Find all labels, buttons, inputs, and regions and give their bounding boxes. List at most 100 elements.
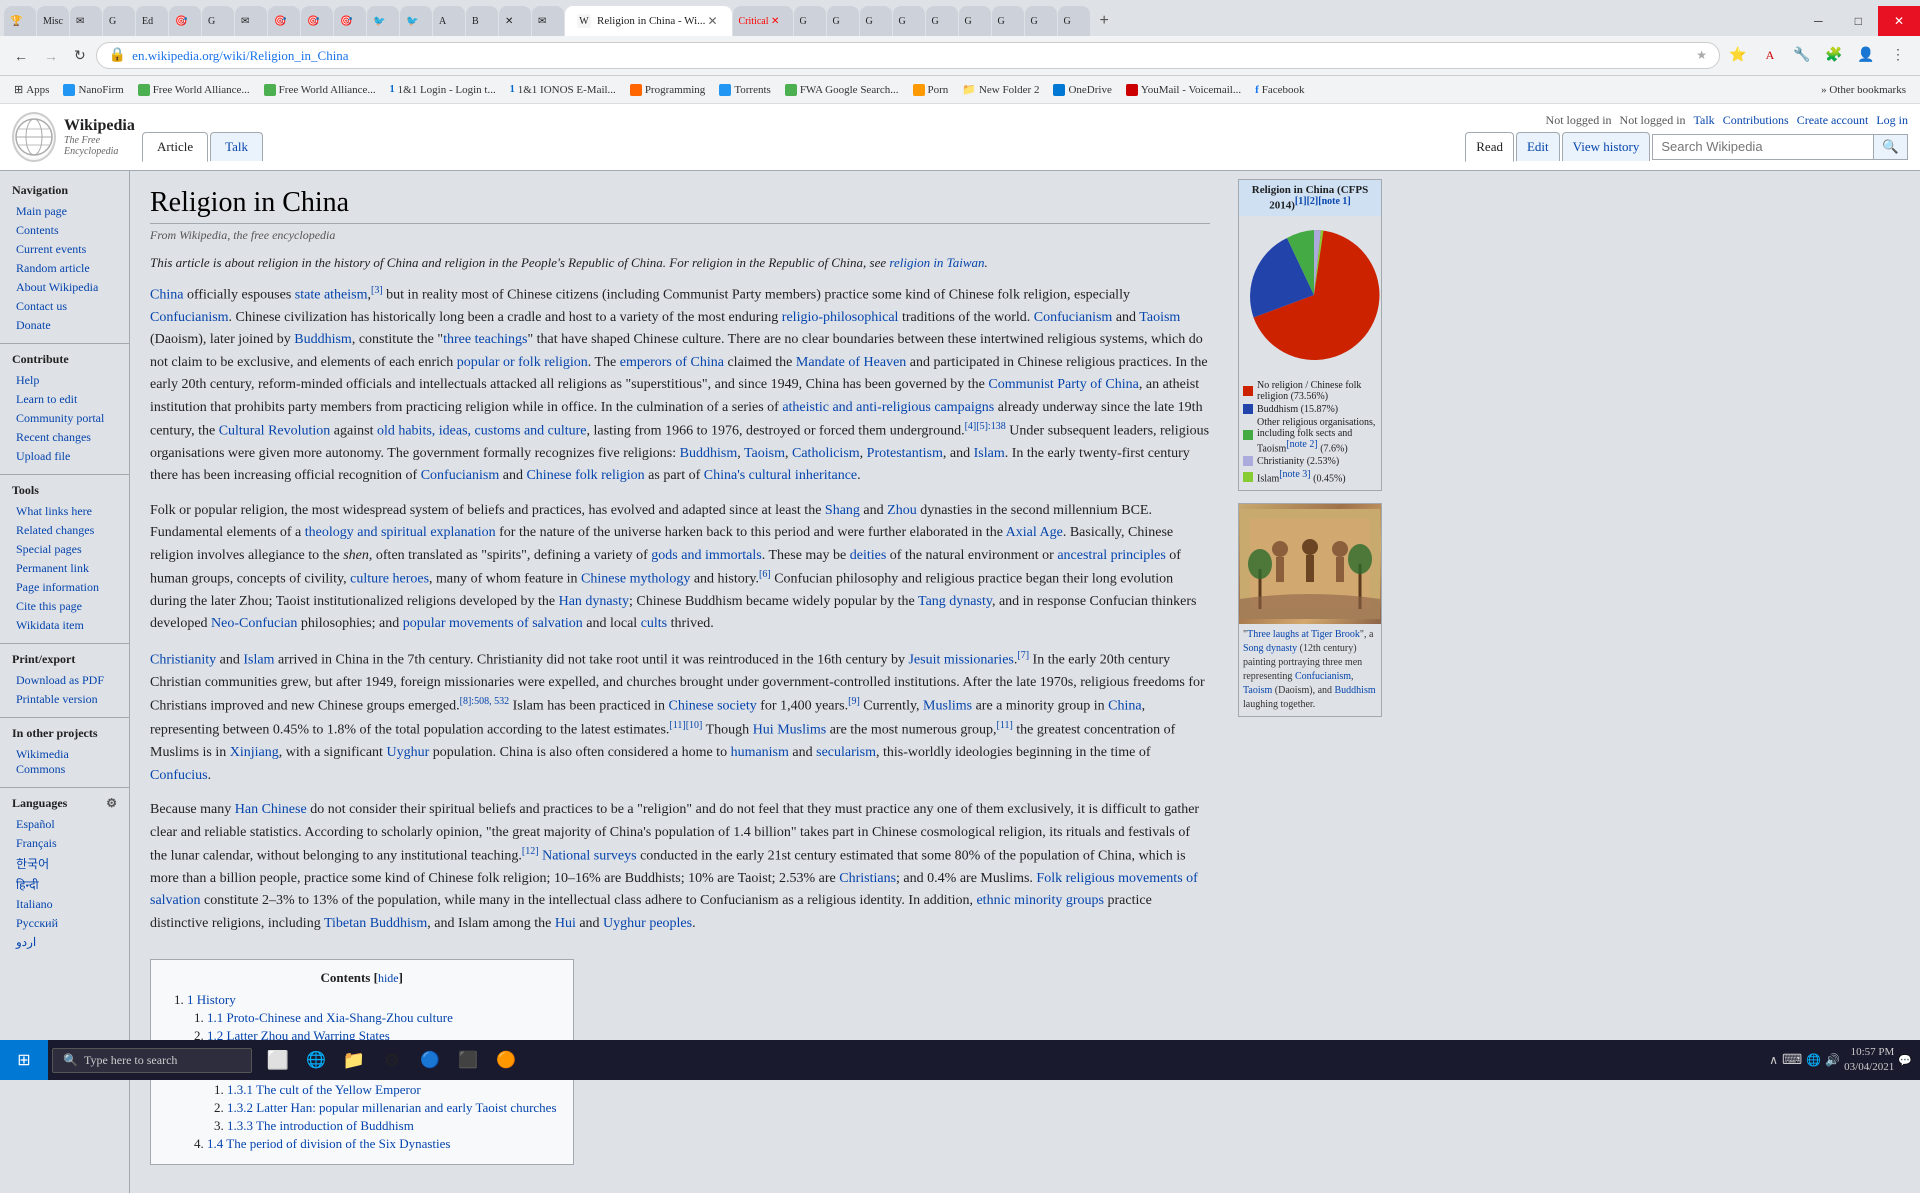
sidebar-lang-ko[interactable]: 한국어 (0, 853, 129, 874)
tab-misc[interactable]: Misc (37, 6, 69, 36)
bookmark-other[interactable]: » Other bookmarks (1815, 82, 1912, 98)
bookmark-facebook[interactable]: f Facebook (1249, 82, 1310, 98)
back-button[interactable]: ← (8, 44, 34, 68)
tab-tw[interactable]: 🐦 (367, 6, 399, 36)
taskbar-icon-app[interactable]: 🟠 (488, 1040, 524, 1080)
bookmark-programming[interactable]: Programming (624, 82, 712, 98)
notification-icon[interactable]: 💬 (1898, 1054, 1912, 1067)
tab-critical[interactable]: Critical ✕ (733, 6, 793, 36)
tab-g3[interactable]: G (794, 6, 826, 36)
confucianism3-link[interactable]: Confucianism (421, 468, 500, 483)
emperors-link[interactable]: emperors of China (620, 355, 724, 370)
extension-icon-2[interactable]: 🔧 (1788, 42, 1816, 70)
three-laughs-link[interactable]: Three laughs at Tiger Brook (1247, 629, 1360, 640)
bookmark-fwa1[interactable]: Free World Alliance... (132, 82, 256, 98)
uyghur-link[interactable]: Uyghur (386, 745, 429, 760)
tab-pocket[interactable]: 🎯 (169, 6, 201, 36)
sidebar-item-contact[interactable]: Contact us (0, 297, 129, 316)
new-tab-button[interactable]: + (1092, 8, 1117, 34)
tray-up-arrow[interactable]: ∧ (1769, 1053, 1778, 1068)
bookmark-1and1login[interactable]: 1 1&1 Login - Login t... (384, 82, 502, 98)
sidebar-item-random-article[interactable]: Random article (0, 259, 129, 278)
action-view-history[interactable]: View history (1562, 132, 1651, 161)
bookmark-1and1email[interactable]: 1 1&1 IONOS E-Mail... (504, 82, 622, 98)
sidebar-item-special-pages[interactable]: Special pages (0, 540, 129, 559)
sidebar-lang-es[interactable]: Español (0, 815, 129, 834)
buddhism-caption-link[interactable]: Buddhism (1335, 685, 1376, 696)
extension-icon-3[interactable]: 🧩 (1820, 42, 1848, 70)
bookmark-fwa-search[interactable]: FWA Google Search... (779, 82, 905, 98)
ethnic-minority-link[interactable]: ethnic minority groups (976, 893, 1104, 908)
jesuit-link[interactable]: Jesuit missionaries (908, 652, 1013, 667)
tab-pocket4[interactable]: 🎯 (334, 6, 366, 36)
confucianism-caption-link[interactable]: Confucianism (1295, 671, 1351, 682)
sidebar-item-learn-to-edit[interactable]: Learn to edit (0, 390, 129, 409)
toc-hide-button[interactable]: hide (378, 971, 399, 985)
search-button[interactable]: 🔍 (1873, 135, 1907, 159)
chinese-society-link[interactable]: Chinese society (668, 699, 756, 714)
tab-amazon[interactable]: A (433, 6, 465, 36)
tab-talk[interactable]: Talk (210, 132, 263, 161)
minimize-button[interactable]: ─ (1798, 6, 1839, 36)
action-edit[interactable]: Edit (1516, 132, 1560, 161)
xinjiang-link[interactable]: Xinjiang (230, 745, 279, 760)
close-button[interactable]: ✕ (1878, 6, 1920, 36)
religio-link[interactable]: religio-philosophical (782, 310, 899, 325)
sidebar-item-donate[interactable]: Donate (0, 316, 129, 335)
tab-pocket3[interactable]: 🎯 (301, 6, 333, 36)
sidebar-item-help[interactable]: Help (0, 371, 129, 390)
sidebar-item-printable[interactable]: Printable version (0, 690, 129, 709)
tab-google[interactable]: G (103, 6, 135, 36)
tab-g8[interactable]: G (959, 6, 991, 36)
sidebar-item-contents[interactable]: Contents (0, 221, 129, 240)
sidebar-item-wikimedia[interactable]: Wikimedia Commons (0, 745, 129, 779)
taoism-link[interactable]: Taoism (1139, 310, 1180, 325)
tab-tw2[interactable]: 🐦 (400, 6, 432, 36)
cults-link[interactable]: cults (641, 616, 667, 631)
extension-icon-acrobat[interactable]: A (1756, 42, 1784, 70)
toc-link-1-4[interactable]: 1.4 The period of division of the Six Dy… (207, 1136, 450, 1151)
sidebar-lang-ru[interactable]: Русский (0, 914, 129, 933)
toc-link-1-3-2[interactable]: 1.3.2 Latter Han: popular millenarian an… (227, 1100, 557, 1115)
tray-network-icon[interactable]: 🌐 (1806, 1053, 1821, 1068)
axial-age-link[interactable]: Axial Age (1006, 525, 1063, 540)
tab-x[interactable]: ✕ (499, 6, 531, 36)
sidebar-lang-hi[interactable]: हिन्दी (0, 874, 129, 895)
secularism-link[interactable]: secularism (816, 745, 876, 760)
toc-link-history[interactable]: 1 History (187, 992, 236, 1007)
tab-mail[interactable]: ✉ (70, 6, 102, 36)
tab-mail3[interactable]: ✉ (532, 6, 564, 36)
sidebar-item-about[interactable]: About Wikipedia (0, 278, 129, 297)
address-bar[interactable]: 🔒 en.wikipedia.org/wiki/Religion_in_Chin… (96, 42, 1720, 69)
bookmark-onedrive[interactable]: OneDrive (1047, 82, 1117, 98)
three-teachings-link[interactable]: three teachings (443, 332, 527, 347)
christianity-link[interactable]: Christianity (150, 652, 216, 667)
ancestral-link[interactable]: ancestral principles (1057, 548, 1165, 563)
extension-icon-1[interactable]: ⭐ (1724, 42, 1752, 70)
tang-dynasty-link[interactable]: Tang dynasty (918, 594, 992, 609)
mandate-link[interactable]: Mandate of Heaven (796, 355, 906, 370)
confucius-link[interactable]: Confucius (150, 768, 208, 783)
catholicism-link[interactable]: Catholicism (792, 446, 860, 461)
sidebar-lang-it[interactable]: Italiano (0, 895, 129, 914)
buddhism2-link[interactable]: Buddhism (680, 446, 738, 461)
tab-b[interactable]: B (466, 6, 498, 36)
bookmark-fwa2[interactable]: Free World Alliance... (258, 82, 382, 98)
three-dot-menu[interactable]: ⋮ (1884, 42, 1912, 70)
uyghur2-link[interactable]: Uyghur peoples (603, 916, 692, 931)
sidebar-item-related-changes[interactable]: Related changes (0, 521, 129, 540)
buddhism-link[interactable]: Buddhism (294, 332, 352, 347)
talk-link[interactable]: Talk (1694, 113, 1715, 128)
islam-link[interactable]: Islam (974, 446, 1005, 461)
tab-g5[interactable]: G (860, 6, 892, 36)
sidebar-item-community-portal[interactable]: Community portal (0, 409, 129, 428)
toc-link-1-3-1[interactable]: 1.3.1 The cult of the Yellow Emperor (227, 1082, 421, 1097)
sidebar-item-main-page[interactable]: Main page (0, 202, 129, 221)
sidebar-item-recent-changes[interactable]: Recent changes (0, 428, 129, 447)
bookmark-youmail[interactable]: YouMail - Voicemail... (1120, 82, 1247, 98)
taskbar-search[interactable]: 🔍 Type here to search (52, 1048, 252, 1073)
tray-volume-icon[interactable]: 🔊 (1825, 1053, 1840, 1068)
popular-salvation-link[interactable]: popular movements of salvation (403, 616, 583, 631)
deities-link[interactable]: deities (850, 548, 887, 563)
theology-link[interactable]: theology and spiritual explanation (305, 525, 496, 540)
